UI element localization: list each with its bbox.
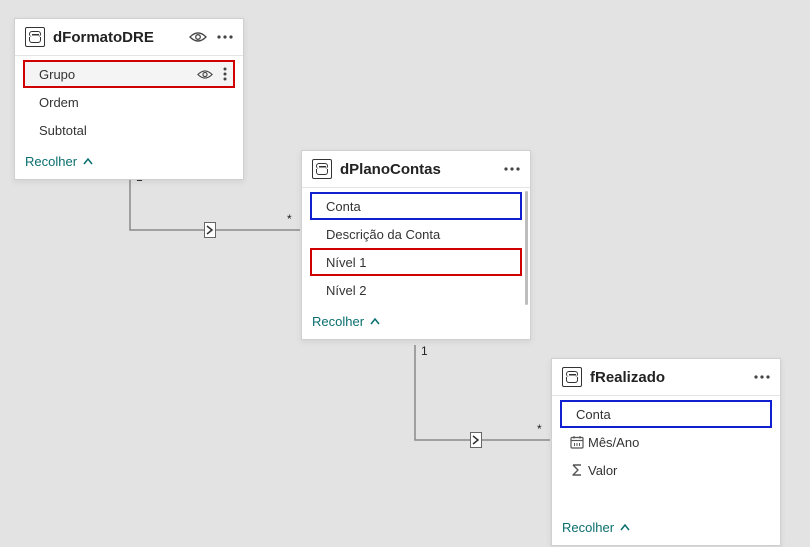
field-Conta[interactable]: Conta	[310, 192, 522, 220]
field-Nivel2[interactable]: Nível 2	[310, 276, 522, 304]
cardinality-label: *	[537, 422, 542, 436]
field-label: Ordem	[39, 95, 229, 110]
scrollbar[interactable]	[525, 191, 528, 305]
chevron-up-icon	[370, 318, 380, 325]
cardinality-label: 1	[421, 344, 428, 358]
table-card-dPlanoContas[interactable]: dPlanoContas Conta Descrição da Conta Ní…	[301, 150, 531, 340]
table-icon	[312, 159, 332, 179]
collapse-button[interactable]: Recolher	[302, 306, 530, 339]
field-label: Subtotal	[39, 123, 229, 138]
field-list: Conta Mês/Ano Valor	[552, 396, 780, 512]
relationship-direction-icon	[204, 222, 216, 238]
visibility-icon[interactable]	[197, 69, 213, 80]
field-MesAno[interactable]: Mês/Ano	[560, 428, 772, 456]
field-label: Valor	[588, 463, 766, 478]
field-Nivel1[interactable]: Nível 1	[310, 248, 522, 276]
field-DescricaoDaConta[interactable]: Descrição da Conta	[310, 220, 522, 248]
field-label: Mês/Ano	[588, 435, 766, 450]
field-list: Grupo Ordem Subtotal	[15, 56, 243, 146]
chevron-up-icon	[83, 158, 93, 165]
more-options-icon[interactable]	[504, 167, 520, 171]
field-more-icon[interactable]	[223, 67, 227, 81]
collapse-button[interactable]: Recolher	[552, 512, 780, 545]
cardinality-label: *	[287, 212, 292, 226]
table-card-fRealizado[interactable]: fRealizado Conta Mês/Ano Valor	[551, 358, 781, 546]
field-Valor[interactable]: Valor	[560, 456, 772, 484]
field-Conta[interactable]: Conta	[560, 400, 772, 428]
spacer	[560, 484, 772, 510]
field-label: Nível 1	[326, 255, 516, 270]
field-label: Grupo	[39, 67, 197, 82]
more-options-icon[interactable]	[754, 375, 770, 379]
table-header[interactable]: dPlanoContas	[302, 151, 530, 188]
table-title: dFormatoDRE	[53, 29, 189, 46]
collapse-label: Recolher	[25, 154, 77, 169]
field-Grupo[interactable]: Grupo	[23, 60, 235, 88]
collapse-label: Recolher	[562, 520, 614, 535]
field-label: Nível 2	[326, 283, 516, 298]
field-label: Descrição da Conta	[326, 227, 516, 242]
table-icon	[562, 367, 582, 387]
relationship-direction-icon	[470, 432, 482, 448]
table-title: dPlanoContas	[340, 161, 504, 178]
chevron-up-icon	[620, 524, 630, 531]
field-Subtotal[interactable]: Subtotal	[23, 116, 235, 144]
collapse-label: Recolher	[312, 314, 364, 329]
table-header[interactable]: fRealizado	[552, 359, 780, 396]
sigma-icon	[566, 463, 588, 477]
field-Ordem[interactable]: Ordem	[23, 88, 235, 116]
more-options-icon[interactable]	[217, 35, 233, 39]
collapse-button[interactable]: Recolher	[15, 146, 243, 179]
field-label: Conta	[326, 199, 516, 214]
table-title: fRealizado	[590, 369, 754, 386]
table-card-dFormatoDRE[interactable]: dFormatoDRE Grupo	[14, 18, 244, 180]
visibility-icon[interactable]	[189, 31, 207, 43]
table-header[interactable]: dFormatoDRE	[15, 19, 243, 56]
field-list: Conta Descrição da Conta Nível 1 Nível 2	[302, 188, 530, 306]
calendar-icon	[566, 435, 588, 449]
table-icon	[25, 27, 45, 47]
field-label: Conta	[576, 407, 766, 422]
